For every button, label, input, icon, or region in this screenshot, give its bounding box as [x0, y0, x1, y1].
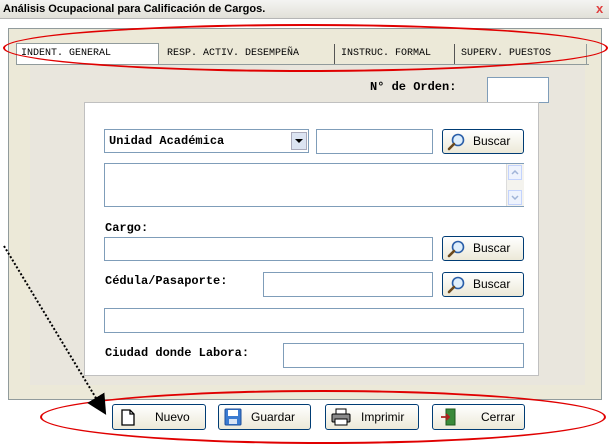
annotation-arrow: [3, 245, 107, 415]
app-window: Análisis Ocupacional para Calificación d…: [0, 0, 609, 446]
